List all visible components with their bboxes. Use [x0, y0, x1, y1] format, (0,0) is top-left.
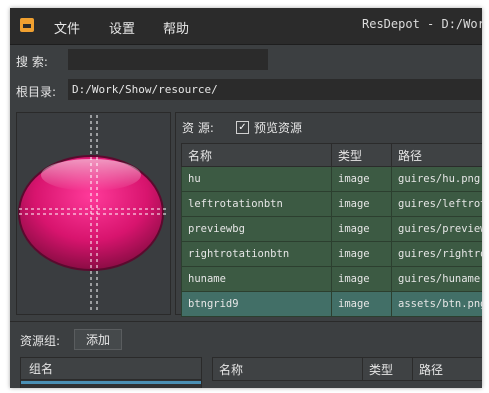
search-label: 搜 索: [16, 55, 48, 69]
cell-type: image [331, 166, 392, 192]
table-row[interactable]: huname image guires/huname.png [181, 266, 482, 292]
table-row[interactable]: leftrotationbtn image guires/leftrotatio… [181, 191, 482, 217]
resources-panel: 资 源: ✓ 预览资源 名称 类型 路径 hu image guires/hu.… [175, 112, 482, 317]
cell-type: image [331, 266, 392, 292]
add-group-button[interactable]: 添加 [74, 329, 122, 350]
cell-name: rightrotationbtn [181, 241, 332, 267]
cell-name: btngrid9 [181, 291, 332, 317]
menu-settings[interactable]: 设置 [109, 18, 135, 37]
group-list: 组名 [20, 357, 202, 388]
app-window: 文件 设置 帮助 ResDepot - D:/Work/Show/resourc… [10, 8, 482, 388]
cell-path: guires/huname.png [391, 266, 482, 292]
cell-name: hu [181, 166, 332, 192]
cell-path: guires/hu.png [391, 166, 482, 192]
menu-bar: 文件 设置 帮助 ResDepot - D:/Work/Show/resourc… [10, 8, 482, 45]
cell-type: image [331, 216, 392, 242]
table-row[interactable]: previewbg image guires/previewbg.png [181, 216, 482, 242]
cell-path: guires/rightrotationbtn.png [391, 241, 482, 267]
cell-name: previewbg [181, 216, 332, 242]
resource-table: 名称 类型 路径 hu image guires/hu.png leftrota… [181, 143, 482, 317]
table-row[interactable]: hu image guires/hu.png [181, 166, 482, 192]
group-list-selection[interactable] [21, 381, 201, 384]
preview-image [18, 115, 168, 312]
root-dir-path[interactable]: D:/Work/Show/resource/ [68, 79, 482, 100]
resources-label: 资 源: [182, 121, 214, 135]
window-title: ResDepot - D:/Work/Show/resource/ [362, 17, 482, 31]
col-path-header[interactable]: 路径 [391, 143, 482, 167]
member-col-path-header[interactable]: 路径 [412, 357, 482, 381]
preview-checkbox[interactable]: ✓ [236, 121, 249, 134]
folder-app-icon [20, 18, 34, 32]
group-name-header[interactable]: 组名 [21, 358, 201, 380]
resource-groups-section: 资源组: 添加 组名 名称 类型 路径 [10, 321, 482, 388]
preview-checkbox-label: 预览资源 [254, 121, 303, 135]
menu-file[interactable]: 文件 [54, 18, 80, 37]
cell-path: assets/btn.png [391, 291, 482, 317]
cell-type: image [331, 191, 392, 217]
member-col-type-header[interactable]: 类型 [362, 357, 413, 381]
cell-name: huname [181, 266, 332, 292]
cell-path: guires/leftrotationbtn.png [391, 191, 482, 217]
resource-groups-label: 资源组: [20, 334, 61, 348]
cell-path: guires/previewbg.png [391, 216, 482, 242]
menu-help[interactable]: 帮助 [163, 18, 189, 37]
col-name-header[interactable]: 名称 [181, 143, 332, 167]
resource-preview-pane [16, 112, 171, 315]
table-row-selected[interactable]: btngrid9 image assets/btn.png [181, 291, 482, 317]
search-input[interactable] [68, 49, 268, 70]
cell-type: image [331, 241, 392, 267]
col-type-header[interactable]: 类型 [331, 143, 392, 167]
root-dir-label: 根目录: [16, 85, 57, 99]
resource-table-header: 名称 类型 路径 [181, 143, 482, 167]
cell-type: image [331, 291, 392, 317]
group-members-header: 名称 类型 路径 [212, 357, 482, 381]
member-col-name-header[interactable]: 名称 [212, 357, 363, 381]
table-row[interactable]: rightrotationbtn image guires/rightrotat… [181, 241, 482, 267]
cell-name: leftrotationbtn [181, 191, 332, 217]
group-members-table: 名称 类型 路径 [212, 357, 482, 381]
